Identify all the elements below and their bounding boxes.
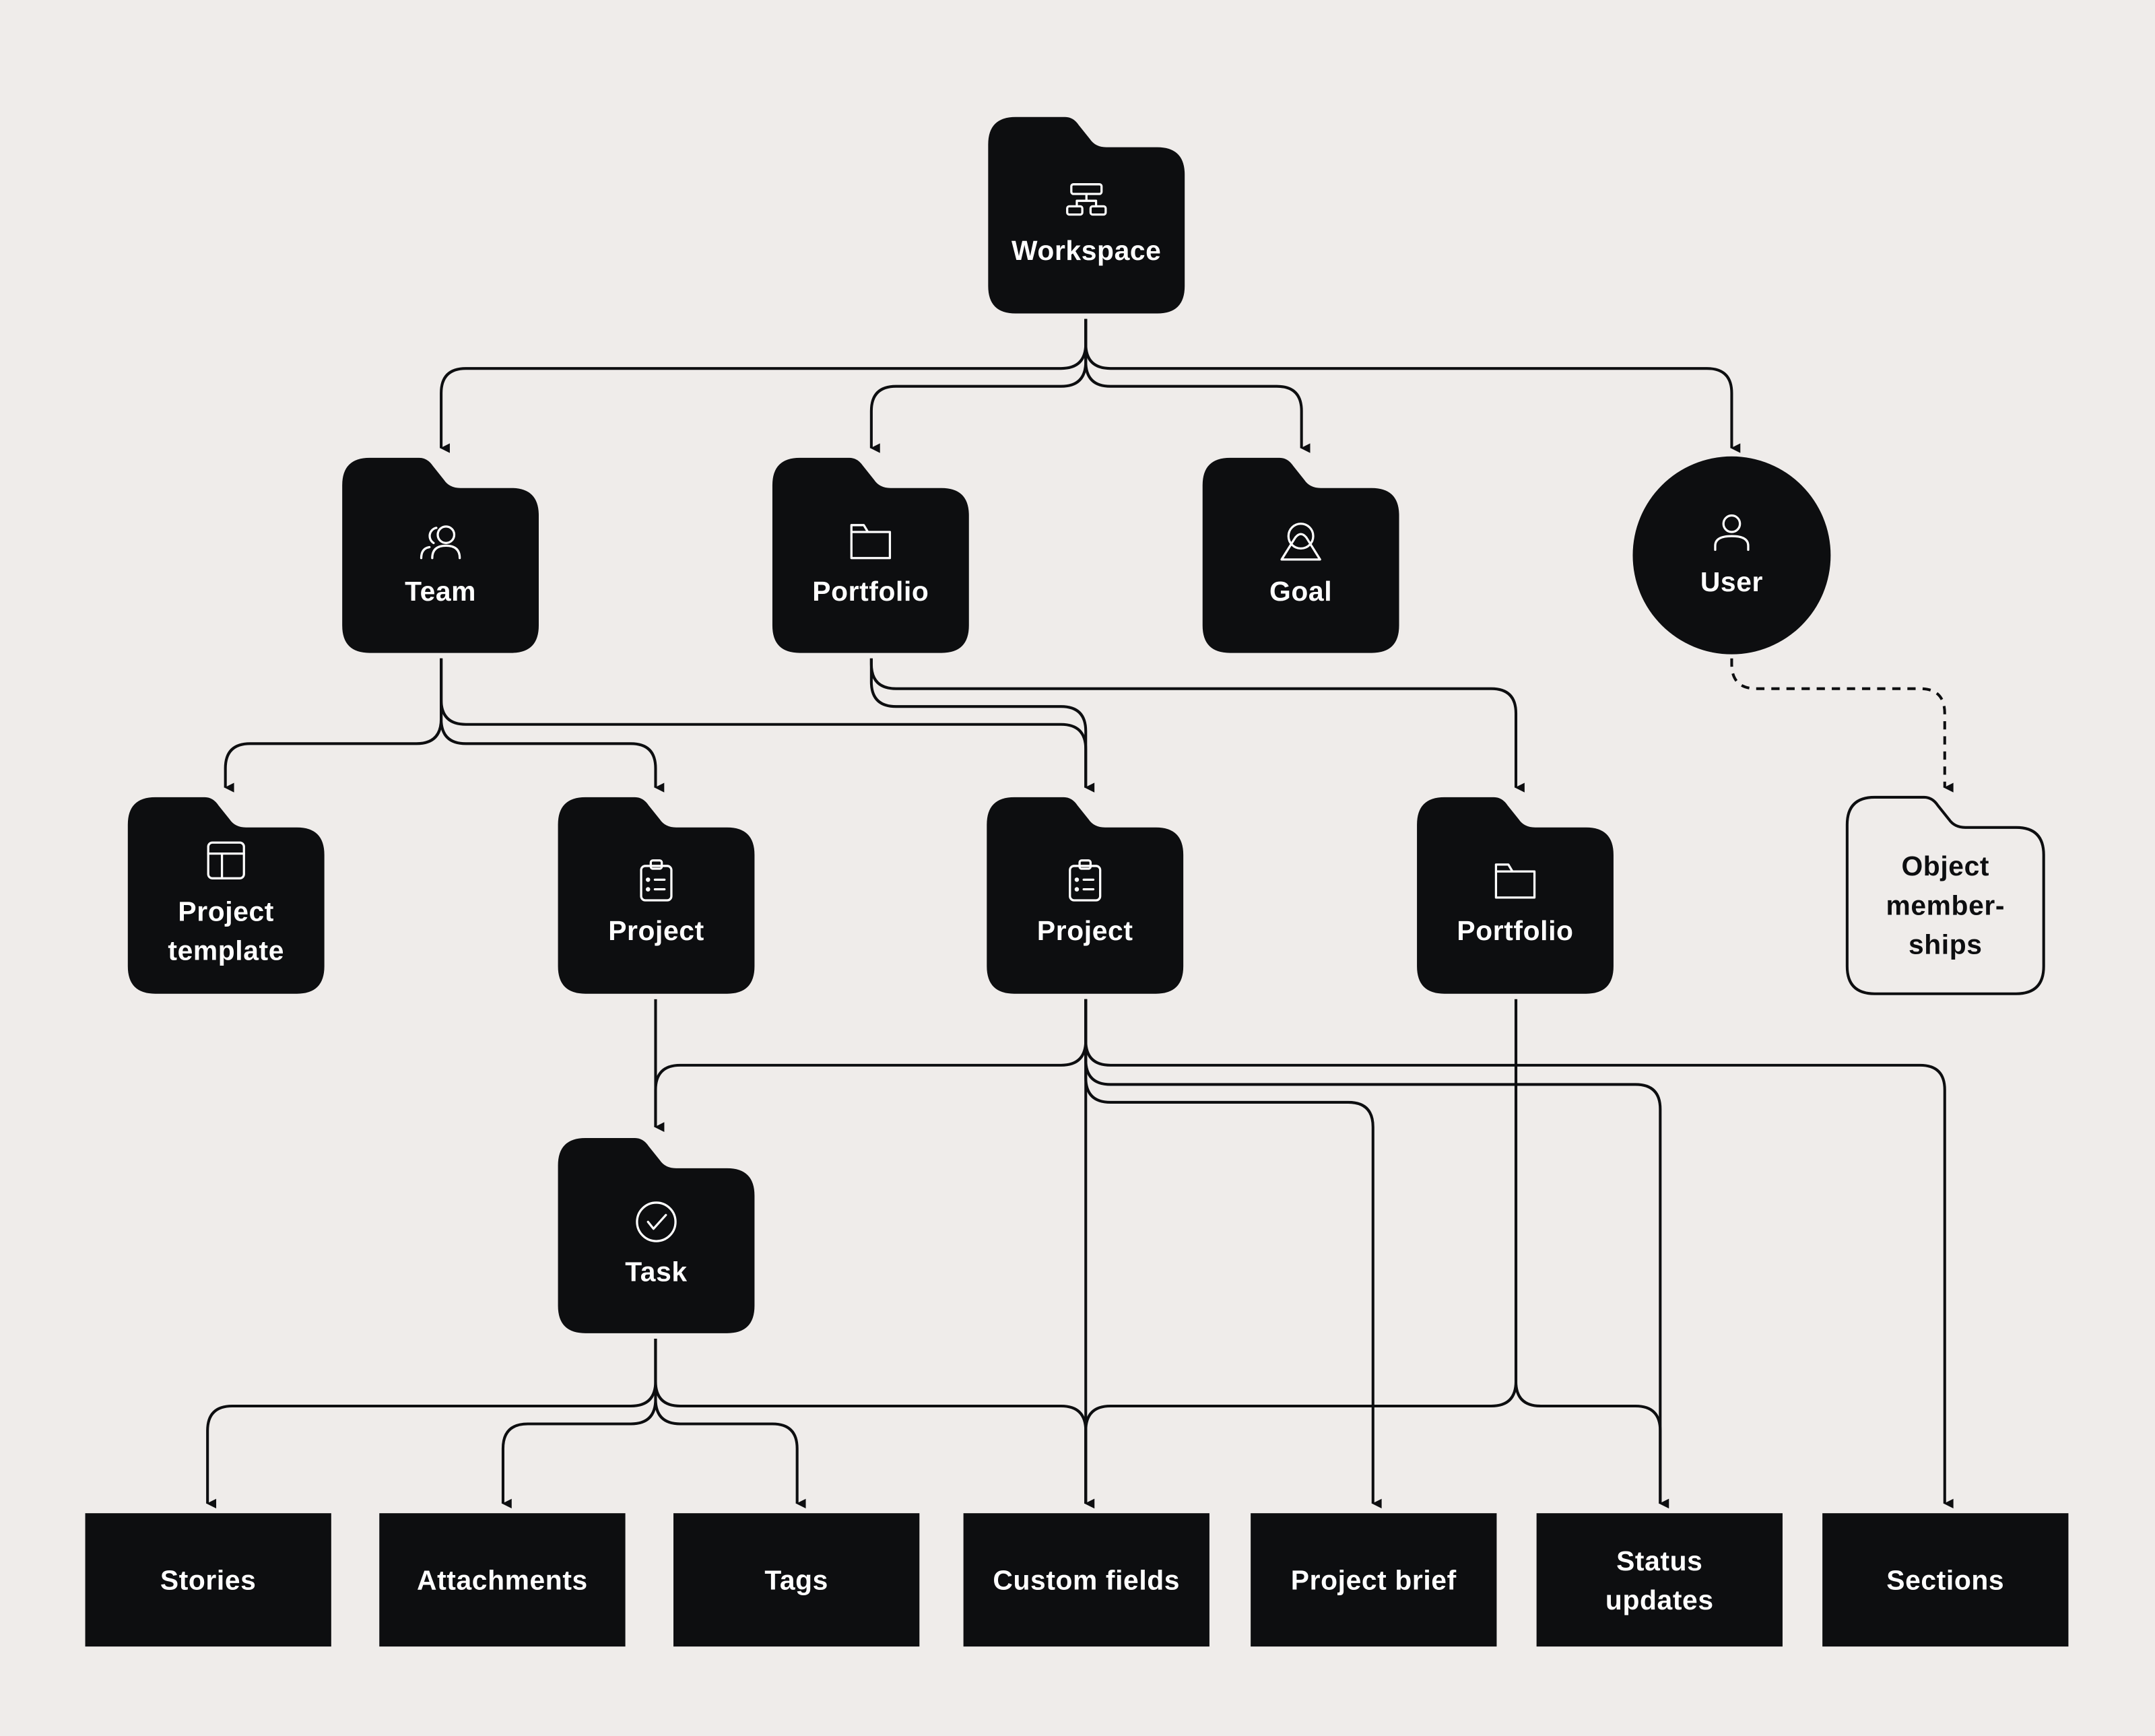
node-label: Goal: [1269, 576, 1332, 607]
node-status-updates: Status updates: [1536, 1513, 1783, 1647]
node-label: Project: [1037, 915, 1133, 946]
node-tags: Tags: [673, 1513, 920, 1647]
node-label: template: [168, 935, 284, 966]
node-project-brief: Project brief: [1251, 1513, 1497, 1647]
node-object-memberships: Object member-ships: [1845, 795, 2045, 995]
node-label: Task: [625, 1256, 687, 1287]
node-label: updates: [1605, 1584, 1714, 1615]
node-label: Sections: [1886, 1564, 2004, 1595]
node-label: Tags: [764, 1564, 828, 1595]
node-label: Stories: [160, 1564, 257, 1595]
node-sections: Sections: [1822, 1513, 2069, 1647]
user-circle: [1632, 456, 1831, 655]
node-label: Portfolio: [1457, 915, 1573, 946]
node-label: Project brief: [1291, 1564, 1457, 1595]
node-label: Attachments: [417, 1564, 588, 1595]
node-label: User: [1700, 566, 1763, 597]
node-label: Team: [405, 576, 476, 607]
node-attachments: Attachments: [379, 1513, 626, 1647]
object-hierarchy-diagram: Workspace Team Portfolio Goal User Project tem…: [0, 0, 2155, 1736]
node-label: Project: [608, 915, 704, 946]
node-label: Project: [178, 896, 274, 927]
node-custom-fields: Custom fields: [963, 1513, 1209, 1647]
node-user: User: [1632, 456, 1831, 655]
node-stories: Stories: [85, 1513, 331, 1647]
node-label: Workspace: [1012, 235, 1161, 266]
node-label: member-: [1886, 890, 2005, 921]
node-label: Custom fields: [993, 1564, 1180, 1595]
node-label: Status: [1616, 1545, 1702, 1576]
node-label: Object: [1901, 850, 1989, 881]
box-shape: [1536, 1513, 1783, 1647]
node-label: Portfolio: [812, 576, 929, 607]
node-label: ships: [1909, 929, 1983, 960]
